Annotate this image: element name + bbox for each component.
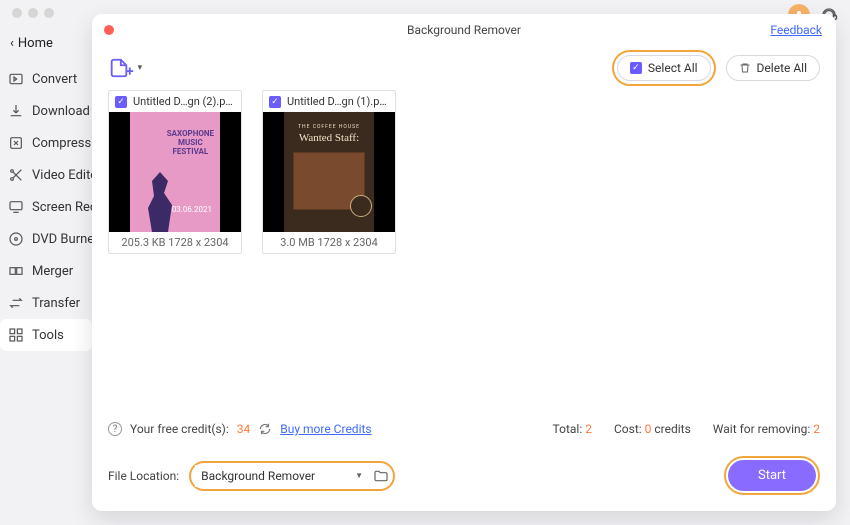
- sidebar-item-label: Merger: [32, 264, 73, 279]
- image-filename: Untitled D…gn (2).png: [133, 95, 235, 108]
- total-stat: Total: 2: [553, 422, 592, 436]
- chevron-left-icon: ‹: [10, 36, 14, 51]
- background-remover-modal: Background Remover Feedback + ▾ ✓ Select…: [92, 14, 836, 511]
- buy-credits-link[interactable]: Buy more Credits: [280, 422, 371, 436]
- sidebar-item-convert[interactable]: Convert: [0, 63, 92, 95]
- tools-icon: [8, 327, 24, 343]
- image-meta: 3.0 MB 1728 x 2304: [263, 232, 395, 253]
- modal-footer: File Location: ▼ Start: [92, 446, 836, 511]
- toolbar: + ▾ ✓ Select All Delete All: [92, 46, 836, 90]
- start-button[interactable]: Start: [728, 460, 816, 491]
- checkbox-checked-icon[interactable]: ✓: [115, 96, 127, 108]
- sidebar-item-merger[interactable]: Merger: [0, 255, 92, 287]
- image-preview: THE COFFEE HOUSE Wanted Staff:: [263, 112, 395, 232]
- refresh-icon[interactable]: [258, 422, 272, 436]
- feedback-link[interactable]: Feedback: [770, 23, 822, 37]
- sidebar-item-dvd-burner[interactable]: DVD Burner: [0, 223, 92, 255]
- traffic-dot: [12, 8, 22, 18]
- credits-value: 34: [237, 422, 251, 436]
- wait-stat: Wait for removing: 2: [713, 422, 820, 436]
- preview-text: Wanted Staff:: [299, 132, 359, 144]
- image-card[interactable]: ✓ Untitled D…gn (2).png SAXOPHONE MUSIC …: [108, 90, 242, 254]
- sidebar-item-label: Compress: [32, 136, 91, 151]
- sidebar-item-label: DVD Burner: [32, 232, 92, 247]
- traffic-dot: [44, 8, 54, 18]
- sidebar-item-download[interactable]: Download: [0, 95, 92, 127]
- preview-text: THE COFFEE HOUSE: [298, 124, 360, 130]
- sidebar-menu: Convert Download Compress Video Editor S…: [0, 63, 92, 351]
- sidebar-item-label: Download: [32, 104, 90, 119]
- start-button-highlight: Start: [724, 456, 820, 495]
- delete-all-button[interactable]: Delete All: [726, 55, 820, 81]
- modal-header: Background Remover Feedback: [92, 14, 836, 46]
- modal-title: Background Remover: [407, 23, 521, 37]
- add-file-button[interactable]: + ▾: [108, 56, 142, 80]
- screen-icon: [8, 199, 24, 215]
- sidebar-item-label: Tools: [32, 328, 64, 343]
- sidebar-item-label: Video Editor: [32, 168, 92, 183]
- sidebar-item-label: Convert: [32, 72, 77, 87]
- select-all-highlight: ✓ Select All: [612, 50, 716, 86]
- transfer-icon: [8, 295, 24, 311]
- cost-stat: Cost: 0 credits: [614, 422, 691, 436]
- sidebar-item-screen-recorder[interactable]: Screen Recorder: [0, 191, 92, 223]
- help-icon[interactable]: ?: [108, 422, 122, 436]
- trash-icon: [739, 62, 751, 74]
- back-home-button[interactable]: ‹ Home: [0, 30, 92, 57]
- close-icon[interactable]: [104, 25, 114, 35]
- sidebar-item-compress[interactable]: Compress: [0, 127, 92, 159]
- file-location-label: File Location:: [108, 469, 179, 483]
- sidebar-item-label: Transfer: [32, 296, 80, 311]
- chevron-down-icon: ▾: [138, 63, 143, 73]
- credits-row: ? Your free credit(s): 34 Buy more Credi…: [92, 416, 836, 446]
- chevron-down-icon[interactable]: ▼: [351, 471, 367, 480]
- checkbox-checked-icon[interactable]: ✓: [269, 96, 281, 108]
- select-all-label: Select All: [648, 61, 698, 75]
- scissors-icon: [8, 167, 24, 183]
- image-gallery: ✓ Untitled D…gn (2).png SAXOPHONE MUSIC …: [92, 90, 836, 416]
- checkbox-checked-icon: ✓: [630, 62, 642, 74]
- window-traffic-lights: [12, 8, 54, 18]
- file-location-highlight: ▼: [189, 461, 395, 491]
- disc-icon: [8, 231, 24, 247]
- image-filename: Untitled D…gn (1).png: [287, 95, 389, 108]
- sidebar-item-video-editor[interactable]: Video Editor: [0, 159, 92, 191]
- credits-label: Your free credit(s):: [130, 422, 229, 436]
- folder-icon[interactable]: [373, 468, 389, 484]
- image-preview: SAXOPHONE MUSIC FESTIVAL 03.06.2021: [109, 112, 241, 232]
- download-icon: [8, 103, 24, 119]
- preview-text: FESTIVAL: [167, 148, 214, 157]
- sidebar-item-transfer[interactable]: Transfer: [0, 287, 92, 319]
- traffic-dot: [28, 8, 38, 18]
- select-all-button[interactable]: ✓ Select All: [617, 55, 711, 81]
- delete-all-label: Delete All: [757, 61, 807, 75]
- merge-icon: [8, 263, 24, 279]
- compress-icon: [8, 135, 24, 151]
- back-label: Home: [18, 36, 53, 51]
- image-card[interactable]: ✓ Untitled D…gn (1).png THE COFFEE HOUSE…: [262, 90, 396, 254]
- sidebar-item-label: Screen Recorder: [32, 200, 92, 215]
- sidebar: ‹ Home Convert Download Compress Video E…: [0, 30, 92, 351]
- image-meta: 205.3 KB 1728 x 2304: [109, 232, 241, 253]
- convert-icon: [8, 71, 24, 87]
- preview-text: 03.06.2021: [172, 205, 212, 214]
- sidebar-item-tools[interactable]: Tools: [0, 319, 92, 351]
- file-location-input[interactable]: [195, 465, 345, 487]
